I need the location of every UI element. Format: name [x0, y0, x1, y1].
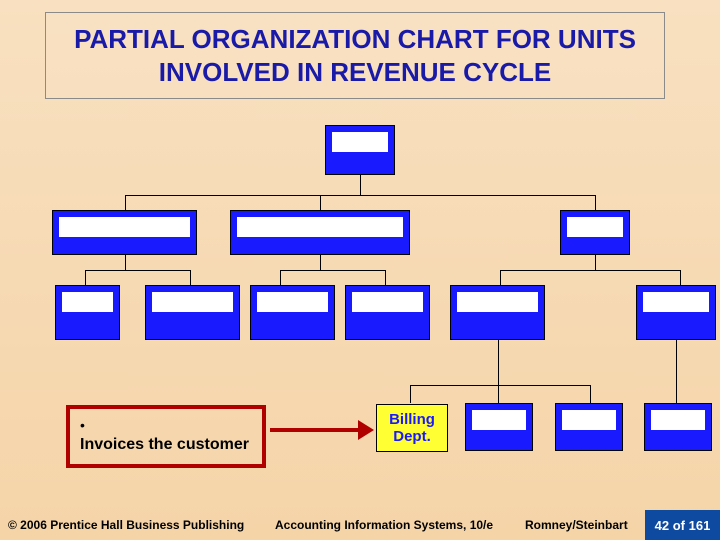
org-node-root	[325, 125, 395, 175]
footer-authors: Romney/Steinbart	[525, 518, 645, 532]
org-node	[230, 210, 410, 255]
bullet-text: Invoices the customer	[80, 435, 249, 454]
org-node	[465, 403, 533, 451]
org-node	[55, 285, 120, 340]
org-node	[52, 210, 197, 255]
org-node	[636, 285, 716, 340]
org-node	[250, 285, 335, 340]
org-node	[644, 403, 712, 451]
org-node	[345, 285, 430, 340]
footer-copyright: © 2006 Prentice Hall Business Publishing	[0, 518, 275, 532]
org-node	[560, 210, 630, 255]
slide-title: PARTIAL ORGANIZATION CHART FOR UNITS INV…	[45, 12, 665, 99]
org-node	[145, 285, 240, 340]
arrow-head-icon	[358, 420, 374, 440]
org-node	[450, 285, 545, 340]
footer-book-title: Accounting Information Systems, 10/e	[275, 518, 525, 532]
billing-label-line1: Billing	[389, 411, 435, 428]
slide-footer: © 2006 Prentice Hall Business Publishing…	[0, 510, 720, 540]
org-node-billing: Billing Dept.	[376, 404, 448, 452]
callout-box: • Invoices the customer	[66, 405, 266, 468]
arrow-shaft	[270, 428, 360, 432]
billing-label-line2: Dept.	[393, 428, 431, 445]
footer-page-number: 42 of 161	[645, 510, 720, 540]
org-node	[555, 403, 623, 451]
bullet-marker: •	[80, 417, 85, 433]
org-chart	[0, 115, 720, 455]
